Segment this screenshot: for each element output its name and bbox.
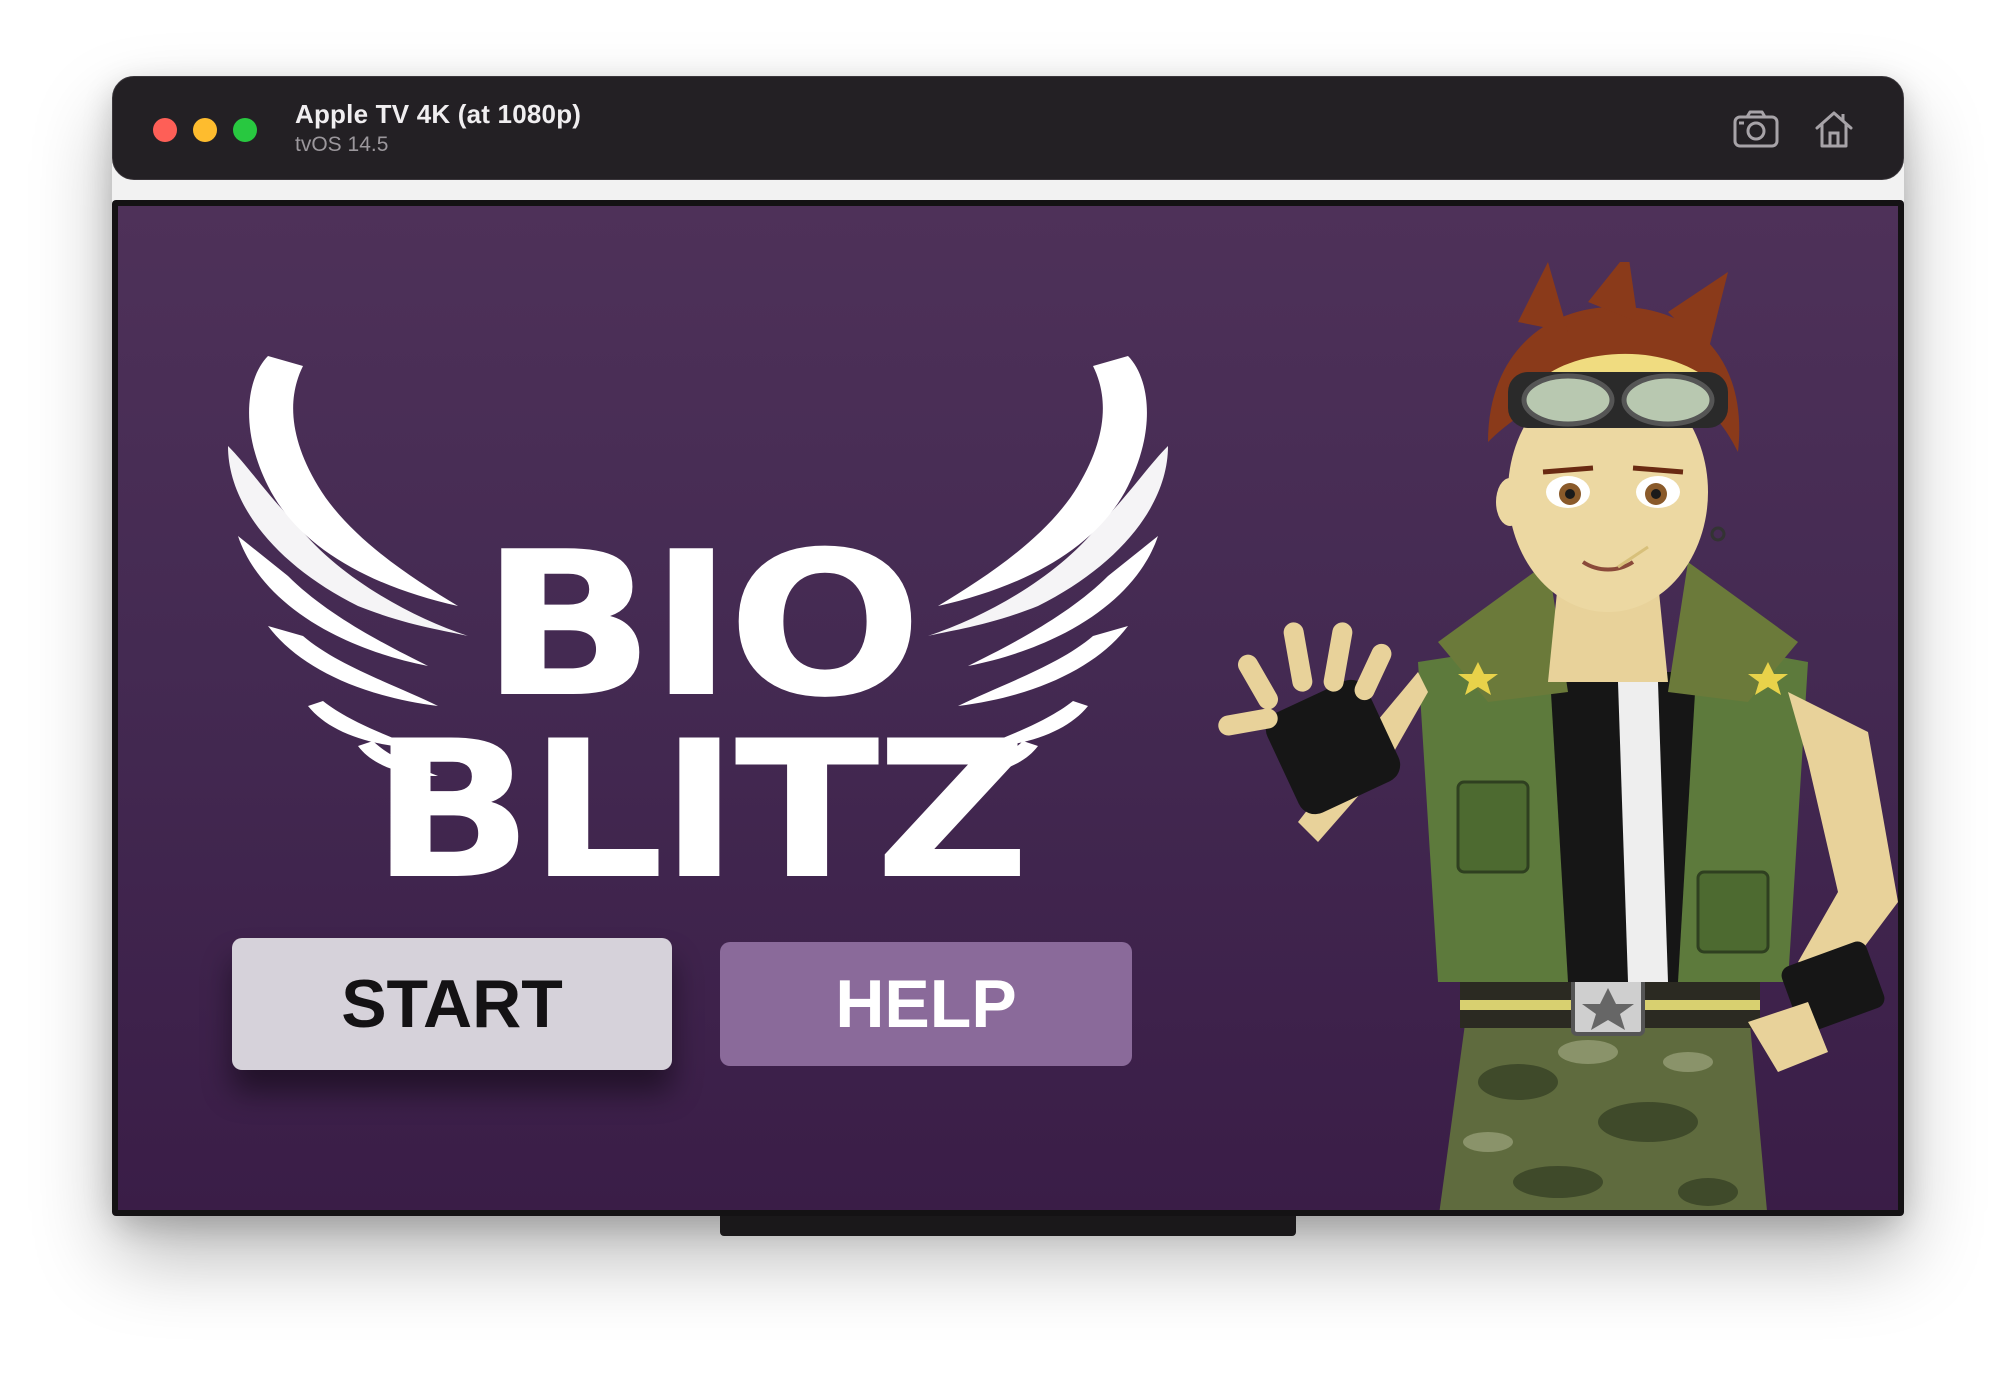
character-illustration [1188,252,1898,1210]
tv-stand [720,1216,1296,1236]
screenshot-button[interactable] [1733,107,1779,151]
home-icon [1815,111,1853,148]
help-button[interactable]: HELP [720,942,1132,1066]
minimize-window-button[interactable] [193,118,217,142]
home-button[interactable] [1811,107,1857,151]
start-button[interactable]: START [232,938,672,1070]
window-titlebar: Apple TV 4K (at 1080p) tvOS 14.5 [112,76,1904,180]
screenshot-icon [1733,110,1779,148]
tv-screen: BIO BLITZ START HELP [118,206,1898,1210]
window-subtitle: tvOS 14.5 [295,133,389,156]
anime-character-image [1218,252,1898,1210]
game-logo: BIO BLITZ [208,336,1188,906]
logo-title-line1: BIO [480,509,923,742]
window-title: Apple TV 4K (at 1080p) [295,99,582,129]
tv-frame: BIO BLITZ START HELP [112,200,1904,1216]
zoom-window-button[interactable] [233,118,257,142]
close-window-button[interactable] [153,118,177,142]
logo-title-line2: BLITZ [370,700,1030,921]
